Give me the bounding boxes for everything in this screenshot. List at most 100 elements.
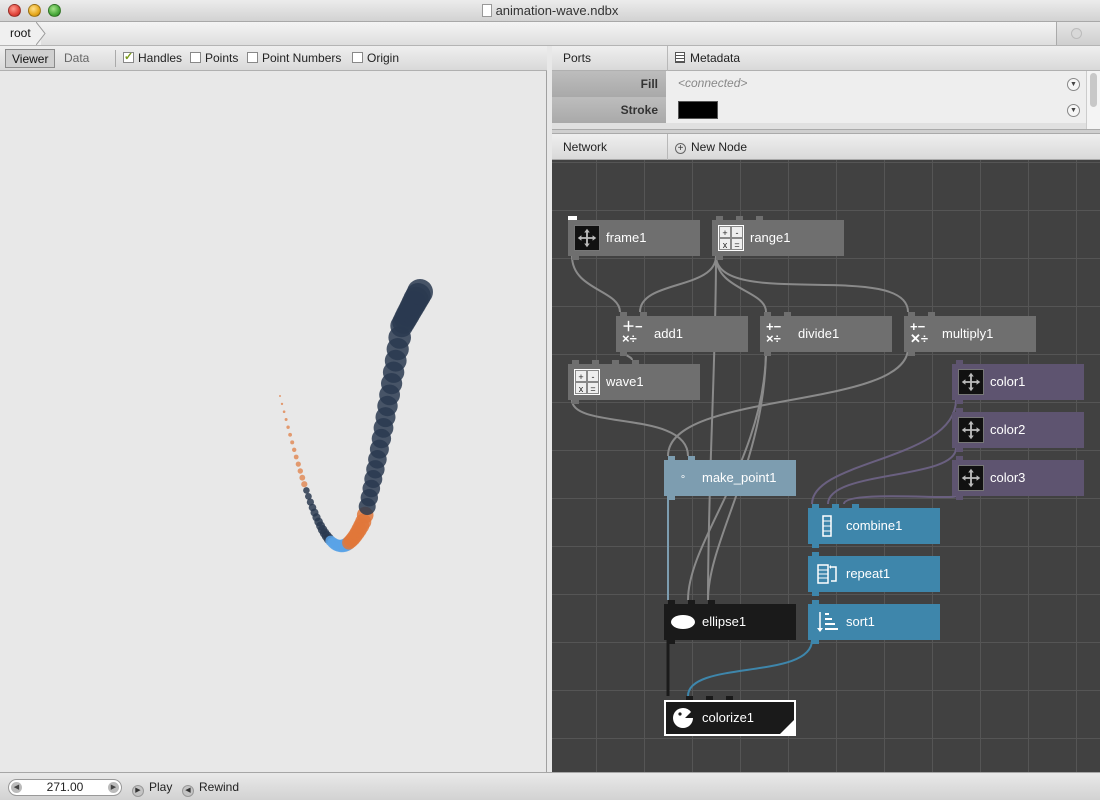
node-input-port[interactable] [708, 600, 715, 604]
node-input-port[interactable] [756, 216, 763, 220]
node-input-port[interactable] [812, 504, 819, 508]
node-range1[interactable]: + - x = range1 [712, 216, 844, 260]
node-input-port[interactable] [688, 600, 695, 604]
node-input-port[interactable] [668, 456, 675, 460]
node-output-port[interactable] [620, 352, 627, 356]
rewind-button[interactable]: ◀ Rewind [182, 780, 239, 797]
network-options-button[interactable] [1056, 22, 1100, 45]
node-output-port[interactable] [572, 400, 579, 404]
node-label: ellipse1 [702, 614, 747, 629]
frame-decrement-icon[interactable]: ◀ [11, 782, 22, 793]
node-combine1[interactable]: combine1 [808, 504, 940, 548]
node-input-port[interactable] [620, 312, 627, 316]
node-input-port[interactable] [632, 360, 639, 364]
stroke-color-swatch[interactable] [678, 101, 718, 119]
header-divider [667, 46, 668, 71]
points-checkbox[interactable]: Points [190, 51, 238, 65]
node-colorize1[interactable]: colorize1 [664, 696, 796, 736]
node-make-point1[interactable]: ∘ make_point1 [664, 456, 796, 500]
node-label: colorize1 [702, 710, 755, 725]
breadcrumb-root[interactable]: root [0, 22, 41, 45]
node-input-port[interactable] [686, 696, 693, 700]
node-repeat1[interactable]: repeat1 [808, 552, 940, 596]
wave-dot [282, 410, 286, 414]
chevron-down-icon[interactable]: ▼ [1067, 104, 1080, 117]
node-input-port[interactable] [956, 360, 963, 364]
ellipse-icon [670, 609, 696, 635]
frame-increment-icon[interactable]: ▶ [108, 782, 119, 793]
node-input-port[interactable] [668, 600, 675, 604]
frame-value: 271.00 [46, 780, 84, 794]
port-name-fill: Fill [552, 71, 666, 97]
node-input-port[interactable] [716, 216, 723, 220]
point-numbers-checkbox[interactable]: Point Numbers [247, 51, 341, 65]
node-input-port[interactable] [928, 312, 935, 316]
node-output-port[interactable] [956, 400, 963, 404]
node-frame1[interactable]: frame1 [568, 216, 700, 260]
node-output-port[interactable] [956, 496, 963, 500]
node-output-port[interactable] [572, 256, 579, 260]
node-input-port[interactable] [688, 456, 695, 460]
port-value-fill[interactable]: <connected> ▼ [666, 71, 1086, 97]
handles-checkbox[interactable]: Handles [123, 50, 182, 65]
port-value-stroke[interactable]: ▼ [666, 97, 1086, 123]
ports-scrollbar[interactable] [1086, 71, 1100, 129]
node-input-port[interactable] [956, 456, 963, 460]
chevron-down-icon[interactable]: ▼ [1067, 78, 1080, 91]
node-wave1[interactable]: + - x = wave1 [568, 360, 700, 404]
node-ellipse1[interactable]: ellipse1 [664, 600, 796, 644]
node-output-port[interactable] [812, 544, 819, 548]
metadata-button[interactable]: Metadata [675, 51, 740, 65]
node-input-port[interactable] [706, 696, 713, 700]
viewer-canvas[interactable] [0, 71, 547, 772]
node-output-port[interactable] [668, 496, 675, 500]
origin-checkbox[interactable]: Origin [352, 51, 399, 65]
node-add1[interactable]: ＋− ×÷ add1 [616, 312, 748, 356]
node-input-port[interactable] [736, 216, 743, 220]
right-panel: Ports Metadata Fill <connected> ▼ Stroke… [552, 46, 1100, 772]
node-output-port[interactable] [764, 352, 771, 356]
node-sort1[interactable]: sort1 [808, 600, 940, 644]
new-node-button[interactable]: + New Node [675, 140, 747, 154]
node-input-port[interactable] [908, 312, 915, 316]
wave-dot [303, 487, 310, 494]
tab-viewer[interactable]: Viewer [5, 49, 56, 68]
node-output-port[interactable] [716, 256, 723, 260]
node-output-port[interactable] [812, 592, 819, 596]
node-input-port[interactable] [832, 504, 839, 508]
node-input-port[interactable] [640, 312, 647, 316]
node-input-port[interactable] [784, 312, 791, 316]
scrollbar-thumb[interactable] [1090, 73, 1097, 107]
node-input-port[interactable] [812, 600, 819, 604]
frame-stepper[interactable]: ◀ 271.00 ▶ [8, 779, 122, 796]
tab-data[interactable]: Data [58, 49, 95, 68]
node-input-port[interactable] [572, 360, 579, 364]
node-input-port[interactable] [612, 360, 619, 364]
node-color1[interactable]: color1 [952, 360, 1084, 404]
node-multiply1[interactable]: +− ✕÷ multiply1 [904, 312, 1036, 356]
node-input-port[interactable] [764, 312, 771, 316]
node-color3[interactable]: color3 [952, 456, 1084, 500]
node-input-port[interactable] [852, 504, 859, 508]
play-button[interactable]: ▶ Play [132, 780, 172, 797]
checkbox-icon [247, 52, 258, 63]
plus-icon: + [675, 143, 686, 154]
node-input-port[interactable] [568, 216, 577, 220]
wave-dot [301, 481, 308, 488]
node-output-port[interactable] [812, 640, 819, 644]
node-output-port[interactable] [668, 640, 675, 644]
node-input-port[interactable] [592, 360, 599, 364]
node-output-port[interactable] [956, 448, 963, 452]
network-canvas[interactable]: frame1 + - x = range1 ＋− ×÷ add1 +− ×÷ d… [552, 160, 1100, 772]
node-output-port[interactable] [908, 352, 915, 356]
node-color2[interactable]: color2 [952, 408, 1084, 452]
move-icon [958, 417, 984, 443]
node-input-port[interactable] [812, 552, 819, 556]
node-input-port[interactable] [956, 408, 963, 412]
move-icon [574, 225, 600, 251]
viewer-toolbar: Viewer Data Handles Points Point Numbers… [0, 46, 547, 71]
rewind-icon: ◀ [182, 785, 194, 797]
ports-header: Ports Metadata [552, 46, 1100, 71]
node-divide1[interactable]: +− ×÷ divide1 [760, 312, 892, 356]
node-input-port[interactable] [726, 696, 733, 700]
